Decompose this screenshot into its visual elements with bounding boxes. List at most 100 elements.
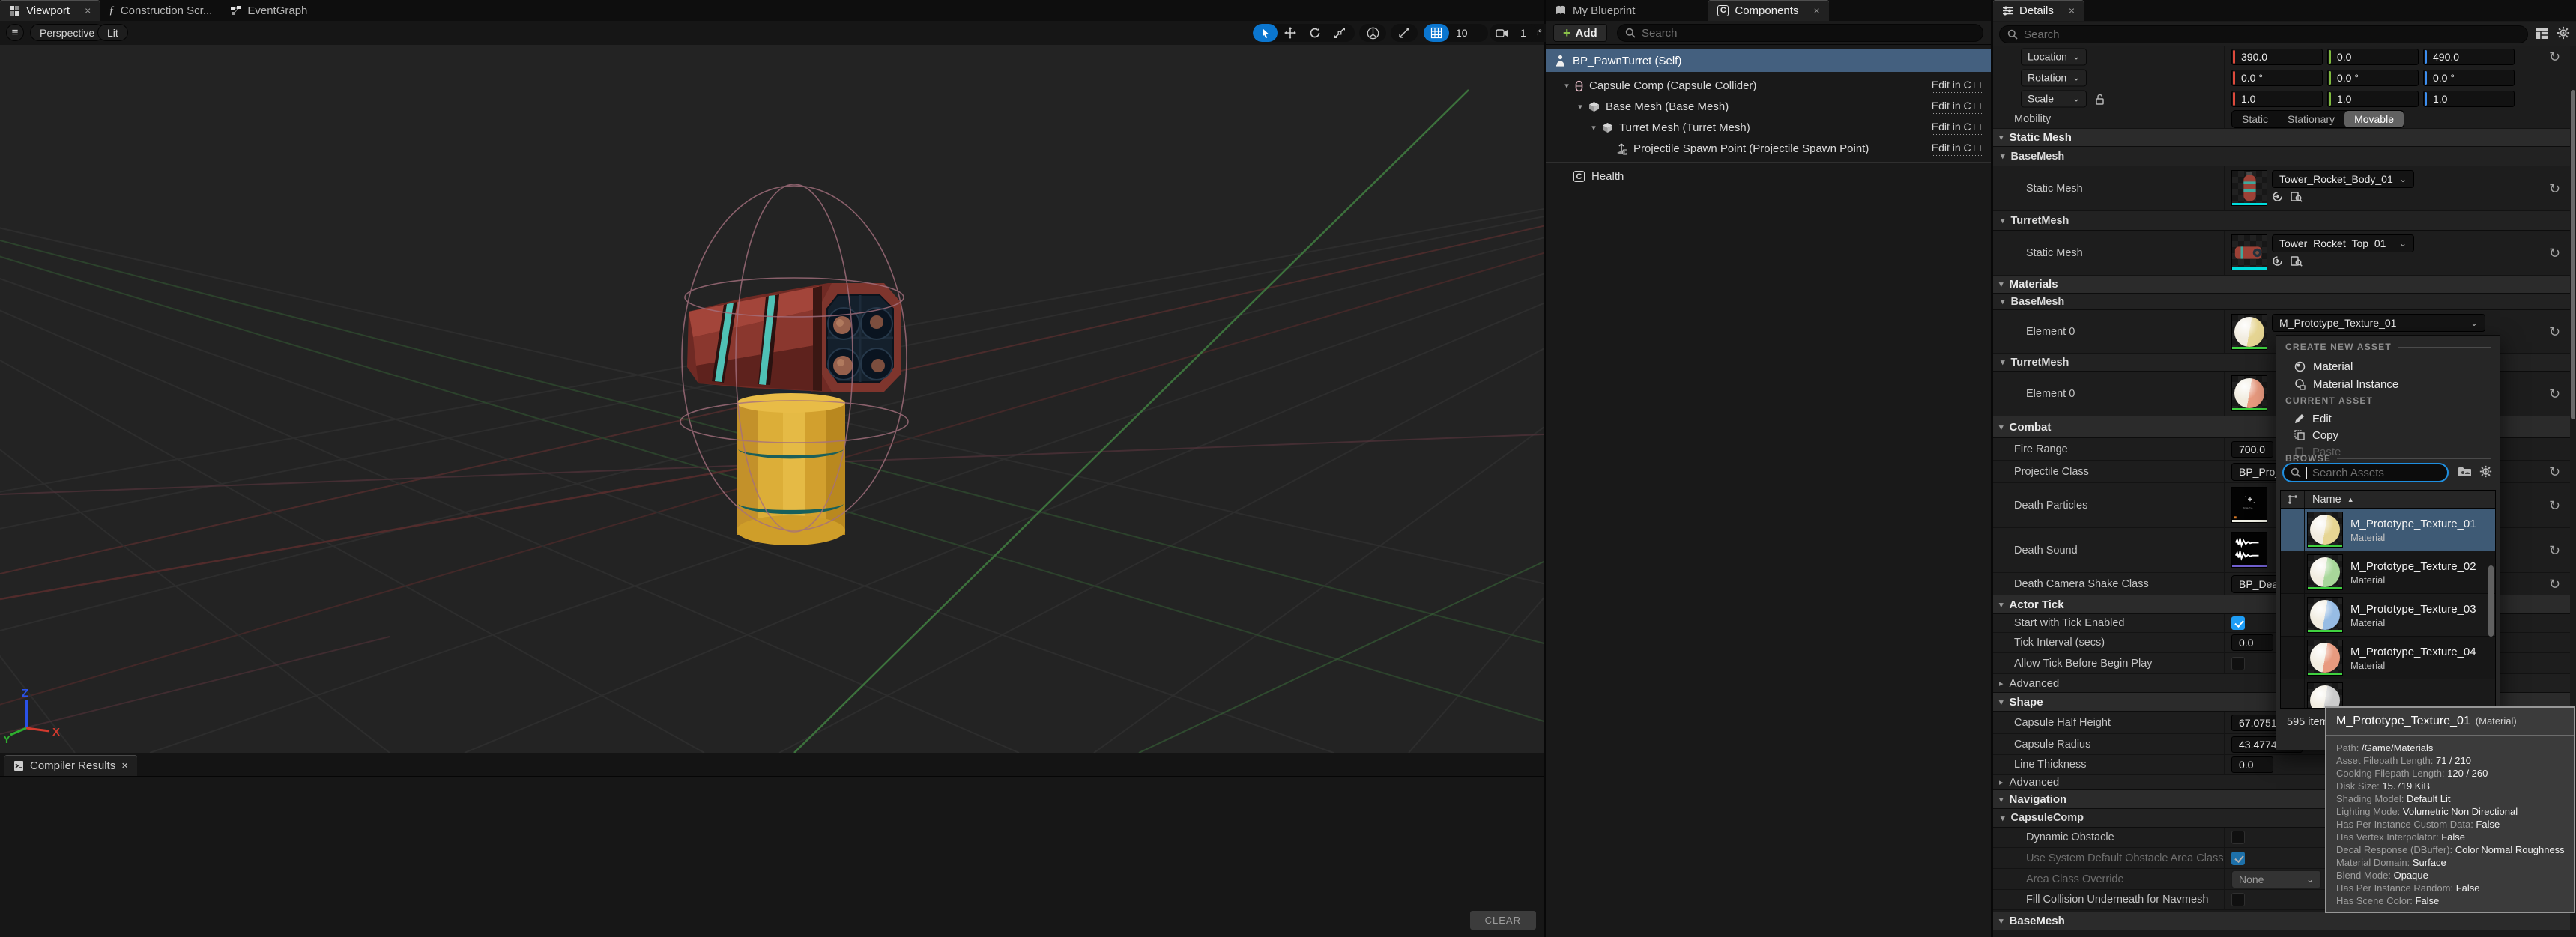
mobility-static-option[interactable]: Static [2232,111,2278,127]
category-materials[interactable]: ▾Materials [1993,276,2570,294]
menu-item-edit[interactable]: Edit [2276,410,2500,427]
reset-to-default-icon[interactable]: ↺ [2549,182,2560,195]
reset-to-default-icon[interactable]: ↺ [2549,325,2560,339]
menu-item-material-instance[interactable]: Material Instance [2276,376,2500,392]
folder-filter-icon[interactable] [2458,466,2472,477]
browse-to-asset-icon[interactable] [2291,255,2303,267]
start-with-tick-checkbox[interactable] [2231,616,2245,630]
mobility-movable-option[interactable]: Movable [2344,111,2404,127]
reset-to-default-icon[interactable]: ↺ [2549,499,2560,512]
lock-open-icon[interactable] [2095,94,2105,105]
line-thickness-input[interactable]: 0.0 [2231,756,2273,773]
tree-item-capsule-comp[interactable]: ▾ Capsule Comp (Capsule Collider) Edit i… [1546,76,1991,96]
column-settings-icon[interactable] [2281,491,2305,508]
edit-in-cpp-link[interactable]: Edit in C++ [1932,79,1983,93]
reset-to-default-icon[interactable]: ↺ [2549,544,2560,557]
name-column-header[interactable]: Name [2312,494,2341,506]
asset-row[interactable]: M_Prototype_Texture_04Material [2281,637,2495,679]
expander-icon[interactable]: ▾ [1575,102,1585,112]
close-icon[interactable]: × [1813,4,1819,16]
close-icon[interactable]: × [2069,4,2075,16]
viewport-3d-scene[interactable]: Z X Y [0,45,1544,753]
dynamic-obstacle-checkbox[interactable] [2231,831,2245,844]
tab-viewport[interactable]: Viewport × [0,0,100,21]
menu-item-material[interactable]: Material [2276,358,2500,375]
asset-row-partial[interactable] [2281,679,2495,709]
area-class-override-combo[interactable]: None⌄ [2231,870,2321,888]
category-static-mesh[interactable]: ▾Static Mesh [1993,129,2570,147]
clear-button[interactable]: CLEAR [1470,911,1536,930]
settings-gear-icon[interactable] [2557,26,2570,40]
location-y-field[interactable]: 0.0 [2327,49,2419,65]
reset-to-default-icon[interactable]: ↺ [2549,246,2560,260]
details-scrollbar[interactable] [2571,90,2575,419]
rotation-x-field[interactable]: 0.0 ° [2231,70,2323,86]
reset-to-default-icon[interactable]: ↺ [2549,50,2560,64]
rotation-y-field[interactable]: 0.0 ° [2327,70,2419,86]
category-basemesh-bottom[interactable]: ▾BaseMesh [1993,912,2570,930]
surface-snapping-button[interactable] [1391,24,1418,42]
lit-mode-button[interactable]: Lit [97,24,128,41]
base-mesh-combo[interactable]: Tower_Rocket_Body_01⌄ [2272,170,2414,188]
rotation-dropdown[interactable]: Rotation⌄ [2021,69,2087,86]
reset-to-default-icon[interactable]: ↺ [2549,387,2560,401]
use-selected-asset-icon[interactable] [2272,255,2283,267]
viewport-options-menu[interactable]: ≡ [6,24,24,41]
select-tool-button[interactable] [1253,24,1278,42]
tab-construction-script[interactable]: ƒ Construction Scr... [100,0,221,21]
perspective-button[interactable]: Perspective [30,24,104,41]
reset-to-default-icon[interactable]: ↺ [2549,465,2560,479]
base-material-combo[interactable]: M_Prototype_Texture_01⌄ [2272,314,2485,332]
grid-snap-value[interactable]: 10 [1449,27,1475,39]
tab-my-blueprint[interactable]: My Blueprint [1546,0,1644,21]
allow-tick-checkbox[interactable] [2231,657,2245,670]
rotate-tool-button[interactable] [1302,24,1327,42]
location-z-field[interactable]: 490.0 [2423,49,2515,65]
location-dropdown[interactable]: Location⌄ [2021,48,2087,65]
mobility-stationary-option[interactable]: Stationary [2278,111,2344,127]
details-search-input[interactable]: Search [1999,25,2528,43]
tab-eventgraph[interactable]: EventGraph [221,0,316,21]
scale-dropdown[interactable]: Scale⌄ [2021,90,2087,107]
material-thumbnail[interactable] [2231,375,2267,411]
tree-item-turret-mesh[interactable]: ▾ Turret Mesh (Turret Mesh) Edit in C++ [1546,118,1991,138]
scale-z-field[interactable]: 1.0 [2423,91,2515,107]
menu-item-copy[interactable]: Copy [2276,427,2500,443]
subcategory-basemesh[interactable]: ▾BaseMesh [1993,147,2570,166]
browse-to-asset-icon[interactable] [2291,191,2303,202]
asset-search-input[interactable]: Search Assets [2282,463,2449,482]
location-x-field[interactable]: 390.0 [2231,49,2323,65]
fire-range-input[interactable]: 700.0 [2231,441,2273,458]
tab-details[interactable]: Details × [1993,0,2084,21]
tree-item-base-mesh[interactable]: ▾ Base Mesh (Base Mesh) Edit in C++ [1546,97,1991,117]
asset-row[interactable]: M_Prototype_Texture_03Material [2281,594,2495,637]
close-icon[interactable]: × [121,759,128,772]
edit-in-cpp-link[interactable]: Edit in C++ [1932,142,1983,156]
sound-thumbnail[interactable] [2231,532,2267,568]
turret-mesh-combo[interactable]: Tower_Rocket_Top_01⌄ [2272,234,2414,252]
static-mesh-thumbnail[interactable] [2231,170,2267,206]
particles-thumbnail[interactable]: NIAGA [2231,487,2267,523]
tab-compiler-results[interactable]: Compiler Results × [4,755,137,776]
add-component-button[interactable]: + Add [1553,24,1607,42]
subcategory-turretmesh[interactable]: ▾TurretMesh [1993,211,2570,231]
asset-row[interactable]: M_Prototype_Texture_02Material [2281,551,2495,594]
expander-icon[interactable]: ▾ [1561,81,1572,91]
fill-collision-checkbox[interactable] [2231,893,2245,906]
expander-icon[interactable]: ▾ [1588,123,1599,133]
scale-tool-button[interactable] [1327,24,1352,42]
tree-item-projectile-spawn-point[interactable]: C Projectile Spawn Point (Projectile Spa… [1546,139,1991,159]
tab-components[interactable]: C Components × [1708,0,1828,21]
grid-snap-toggle[interactable] [1424,24,1449,42]
material-thumbnail[interactable] [2231,314,2267,350]
static-mesh-thumbnail[interactable] [2231,234,2267,270]
scale-y-field[interactable]: 1.0 [2327,91,2419,107]
tick-interval-input[interactable]: 0.0 [2231,634,2273,651]
subcategory-basemesh-materials[interactable]: ▾BaseMesh [1993,294,2570,310]
tree-item-self[interactable]: BP_PawnTurret (Self) [1546,49,1991,72]
asset-list-scrollbar[interactable] [2488,565,2494,637]
reset-to-default-icon[interactable]: ↺ [2549,577,2560,591]
close-icon[interactable]: × [85,4,91,16]
edit-in-cpp-link[interactable]: Edit in C++ [1932,100,1983,114]
display-filter-icon[interactable] [2535,27,2549,40]
